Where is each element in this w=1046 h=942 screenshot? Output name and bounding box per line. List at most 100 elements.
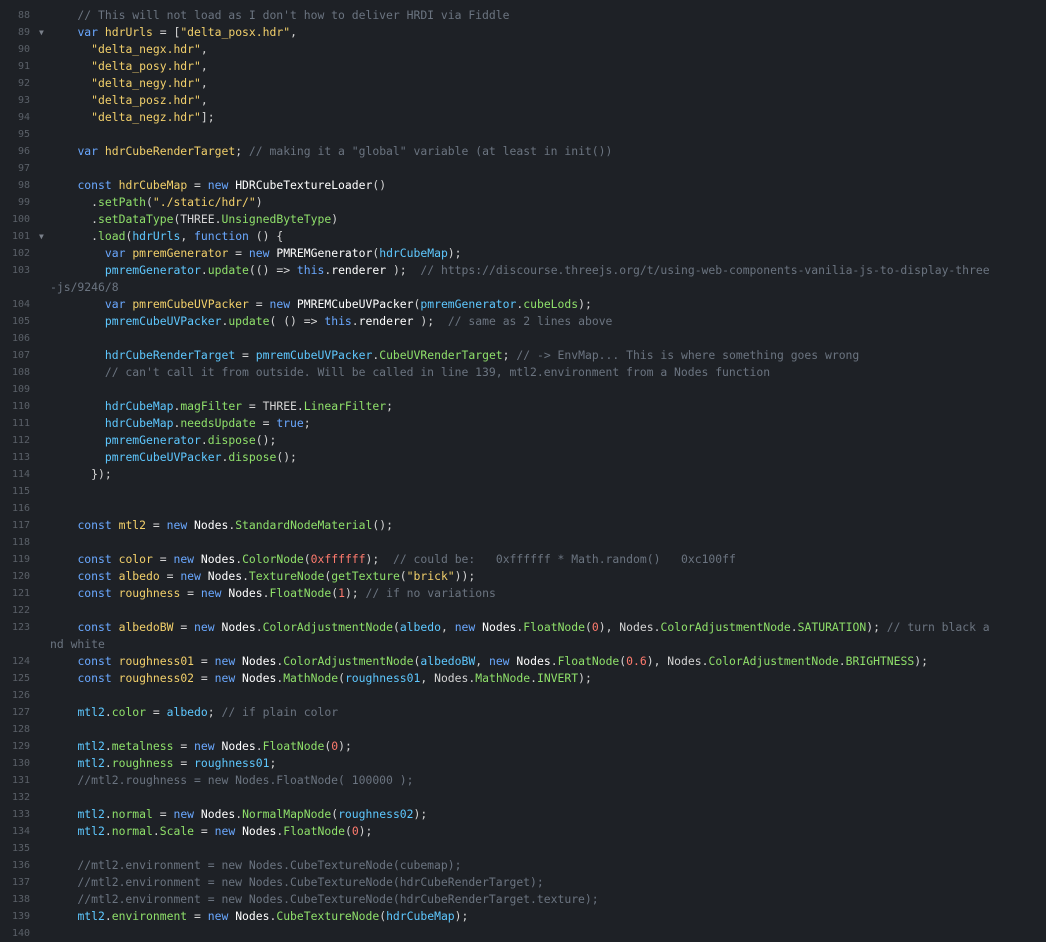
code-line[interactable]: 129 mtl2.metalness = new Nodes.FloatNode… [0,738,1046,755]
code-text: mtl2.roughness = roughness01; [50,755,276,772]
code-token: ]; [200,110,215,124]
code-line[interactable]: 99 .setPath("./static/hdr/") [0,194,1046,211]
code-token: hdrCubeMap [104,399,174,413]
fold-toggle-icon[interactable]: ▼ [39,228,44,245]
code-text: pmremCubeUVPacker.dispose(); [50,449,297,466]
code-line[interactable]: 138 //mtl2.environment = new Nodes.CubeT… [0,891,1046,908]
code-line[interactable]: 115 [0,483,1046,500]
code-text: mtl2.color = albedo; // if plain color [50,704,338,721]
code-token: hdrCubeRenderTarget [104,144,236,158]
code-line[interactable]: 93 "delta_posz.hdr", [0,92,1046,109]
code-line[interactable]: 123 const albedoBW = new Nodes.ColorAdju… [0,619,1046,636]
code-token: albedoBW [420,654,476,668]
code-line[interactable]: 109 [0,381,1046,398]
fold-toggle-icon[interactable]: ▼ [39,24,44,41]
code-token: , [475,654,489,668]
code-line[interactable]: 132 [0,789,1046,806]
code-token: ; [303,416,311,430]
code-line[interactable]: 102 var pmremGenerator = new PMREMGenera… [0,245,1046,262]
code-line[interactable]: 104 var pmremCubeUVPacker = new PMREMCub… [0,296,1046,313]
code-line[interactable]: 120 const albedo = new Nodes.TextureNode… [0,568,1046,585]
code-line-wrap[interactable]: -js/9246/8 [0,279,1046,296]
code-line[interactable]: 90 "delta_negx.hdr", [0,41,1046,58]
code-line[interactable]: 88 // This will not load as I don't how … [0,7,1046,24]
code-token: "delta_negz.hdr" [91,110,201,124]
code-token: albedo [399,620,441,634]
code-token: var [104,297,133,311]
code-line[interactable]: 94 "delta_negz.hdr"]; [0,109,1046,126]
code-token: var [104,246,133,260]
code-line[interactable]: 116 [0,500,1046,517]
code-editor[interactable]: 88 // This will not load as I don't how … [0,0,1046,939]
code-line[interactable]: 89 ▼ var hdrUrls = ["delta_posx.hdr", [0,24,1046,41]
code-line[interactable]: 136 //mtl2.environment = new Nodes.CubeT… [0,857,1046,874]
code-line[interactable]: 140 [0,925,1046,942]
code-line[interactable]: 114 }); [0,466,1046,483]
code-line[interactable]: 108 // can't call it from outside. Will … [0,364,1046,381]
code-line[interactable]: 118 [0,534,1046,551]
code-line[interactable]: 113 pmremCubeUVPacker.dispose(); [0,449,1046,466]
code-line[interactable]: 105 pmremCubeUVPacker. update( () => this… [0,313,1046,330]
code-token: = [194,824,215,838]
code-line[interactable]: 111 hdrCubeMap.needsUpdate = true; [0,415,1046,432]
code-line[interactable]: 103 pmremGenerator.update(() => this.ren… [0,262,1046,279]
code-line[interactable]: 131 //mtl2.roughness = new Nodes.FloatNo… [0,772,1046,789]
code-line[interactable]: 117 const mtl2 = new Nodes.StandardNodeM… [0,517,1046,534]
code-line[interactable]: 126 [0,687,1046,704]
code-line[interactable]: 137 //mtl2.environment = new Nodes.CubeT… [0,874,1046,891]
code-token: , [180,229,195,243]
code-text: var hdrCubeRenderTarget; // making it a … [50,143,612,160]
code-line[interactable]: 98 const hdrCubeMap = new HDRCubeTexture… [0,177,1046,194]
code-line[interactable]: 110 hdrCubeMap.magFilter = THREE.LinearF… [0,398,1046,415]
code-line[interactable]: 134 mtl2.normal.Scale = new Nodes.FloatN… [0,823,1046,840]
code-line[interactable]: 119 const color = new Nodes.ColorNode(0x… [0,551,1046,568]
code-line[interactable]: 127 mtl2.color = albedo; // if plain col… [0,704,1046,721]
code-token: PMREMGenerator [276,246,373,260]
code-token: ColorAdjustmentNode [283,654,414,668]
code-line[interactable]: 135 [0,840,1046,857]
code-line[interactable]: 107 hdrCubeRenderTarget = pmremCubeUVPac… [0,347,1046,364]
code-token: new [194,739,222,753]
code-line[interactable]: 101 ▼ .load(hdrUrls, function () { [0,228,1046,245]
code-line[interactable]: 92 "delta_negy.hdr", [0,75,1046,92]
code-line[interactable]: 130 mtl2.roughness = roughness01; [0,755,1046,772]
code-text: nd white [50,636,105,653]
code-token: ); [447,246,462,260]
code-line[interactable]: 125 const roughness02 = new Nodes.MathNo… [0,670,1046,687]
code-line[interactable]: 106 [0,330,1046,347]
code-token: ); [578,671,592,685]
code-token: = [152,552,174,566]
code-token: color [118,552,153,566]
code-token: -js/9246/8 [50,280,119,294]
code-line[interactable]: 96 var hdrCubeRenderTarget; // making it… [0,143,1046,160]
line-number: 120 [11,571,30,582]
code-line[interactable]: 121 const roughness = new Nodes.FloatNod… [0,585,1046,602]
code-line[interactable]: 91 "delta_posy.hdr", [0,58,1046,75]
code-text: .setPath("./static/hdr/") [50,194,262,211]
code-token: mtl2 [77,705,105,719]
code-line[interactable]: 128 [0,721,1046,738]
code-text: mtl2.normal = new Nodes.NormalMapNode(ro… [50,806,427,823]
code-line[interactable]: 95 [0,126,1046,143]
code-token: MathNode [283,671,339,685]
code-token: new [207,909,236,923]
code-line[interactable]: 97 [0,160,1046,177]
code-token: ); [344,586,366,600]
code-token: var [77,25,105,39]
code-line[interactable]: 139 mtl2.environment = new Nodes.CubeTex… [0,908,1046,925]
code-token: ( [585,620,592,634]
code-line-wrap[interactable]: nd white [0,636,1046,653]
code-token: HDRCubeTextureLoader [235,178,373,192]
code-line[interactable]: 112 pmremGenerator.dispose(); [0,432,1046,449]
code-line[interactable]: 133 mtl2.normal = new Nodes.NormalMapNod… [0,806,1046,823]
code-line[interactable]: 124 const roughness01 = new Nodes.ColorA… [0,653,1046,670]
code-line[interactable]: 100 .setDataType(THREE.UnsignedByteType) [0,211,1046,228]
code-line[interactable]: 122 [0,602,1046,619]
code-token: albedoBW [118,620,174,634]
